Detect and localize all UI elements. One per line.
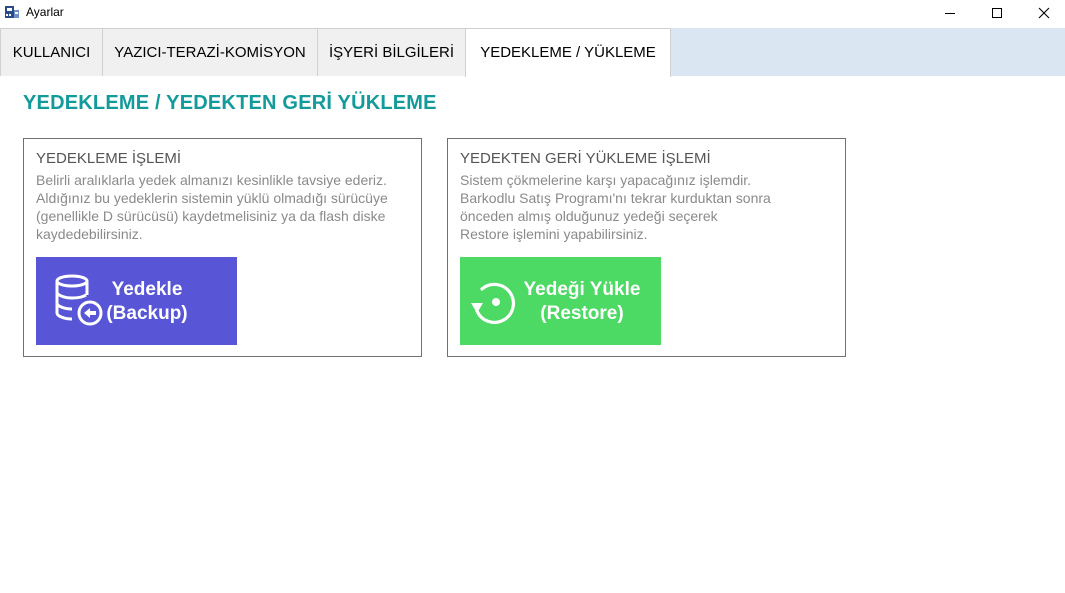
tab-yedekleme-yukleme[interactable]: YEDEKLEME / YÜKLEME [465, 28, 671, 77]
page-title: YEDEKLEME / YEDEKTEN GERİ YÜKLEME [23, 92, 437, 114]
backup-button-label: Yedekle (Backup) [104, 278, 190, 326]
backup-desc-line: Aldığınız bu yedeklerin sistemin yüklü o… [36, 190, 388, 206]
close-button[interactable] [1021, 0, 1065, 25]
backup-panel-description: Belirli aralıklarla yedek almanızı kesin… [36, 171, 416, 243]
restore-button-line1: Yedeği Yükle [523, 279, 641, 300]
restore-panel-description: Sistem çökmelerine karşı yapacağınız işl… [460, 171, 840, 243]
restore-desc-line: önceden almış olduğunuz yedeği seçerek [460, 208, 718, 224]
tab-strip: KULLANICI YAZICI-TERAZİ-KOMİSYON İŞYERİ … [0, 28, 1065, 77]
backup-panel: YEDEKLEME İŞLEMİ Belirli aralıklarla yed… [23, 138, 422, 357]
tab-isyeri-bilgileri[interactable]: İŞYERİ BİLGİLERİ [317, 28, 466, 76]
backup-desc-line: Belirli aralıklarla yedek almanızı kesin… [36, 172, 387, 188]
database-backup-icon [55, 274, 103, 326]
backup-desc-line: kaydedebilirsiniz. [36, 226, 143, 242]
app-logo-icon [5, 6, 19, 18]
settings-window: Ayarlar KULLANICI YAZICI-TERAZİ-KOMİSYON… [0, 0, 1065, 593]
restore-button-line2: (Restore) [540, 303, 624, 324]
restore-desc-line: Restore işlemini yapabilirsiniz. [460, 226, 648, 242]
tab-kullanici[interactable]: KULLANICI [0, 28, 103, 76]
restore-desc-line: Barkodlu Satış Programı'nı tekrar kurduk… [460, 190, 771, 206]
title-bar: Ayarlar [0, 0, 1065, 25]
close-icon [1038, 7, 1050, 18]
restore-panel-heading: YEDEKTEN GERİ YÜKLEME İŞLEMİ [460, 150, 711, 167]
backup-panel-heading: YEDEKLEME İŞLEMİ [36, 150, 182, 167]
backup-button-line2: (Backup) [106, 303, 188, 324]
backup-desc-line: (genellikle D sürücüsü) kaydetmelisiniz … [36, 208, 386, 224]
backup-button-line1: Yedekle [111, 279, 183, 300]
restore-icon [471, 282, 515, 324]
window-title: Ayarlar [26, 5, 64, 19]
maximize-icon [992, 7, 1002, 18]
backup-button[interactable]: Yedekle (Backup) [36, 257, 237, 345]
tab-yazici-terazi-komisyon[interactable]: YAZICI-TERAZİ-KOMİSYON [102, 28, 318, 76]
minimize-button[interactable] [927, 0, 973, 25]
restore-panel: YEDEKTEN GERİ YÜKLEME İŞLEMİ Sistem çökm… [447, 138, 846, 357]
maximize-button[interactable] [974, 0, 1020, 25]
restore-button[interactable]: Yedeği Yükle (Restore) [460, 257, 661, 345]
restore-button-label: Yedeği Yükle (Restore) [516, 278, 648, 326]
restore-desc-line: Sistem çökmelerine karşı yapacağınız işl… [460, 172, 751, 188]
minimize-icon [945, 12, 955, 14]
